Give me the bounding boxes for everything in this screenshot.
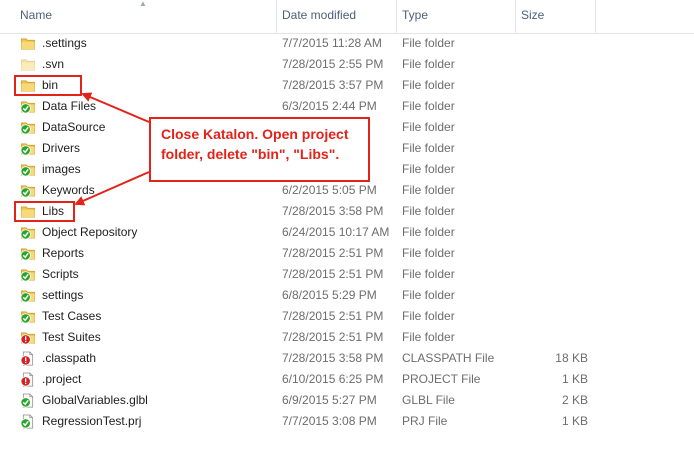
annotation-arrows xyxy=(74,92,150,206)
arrow-to-libs xyxy=(74,171,150,206)
arrow-to-bin xyxy=(81,92,150,123)
